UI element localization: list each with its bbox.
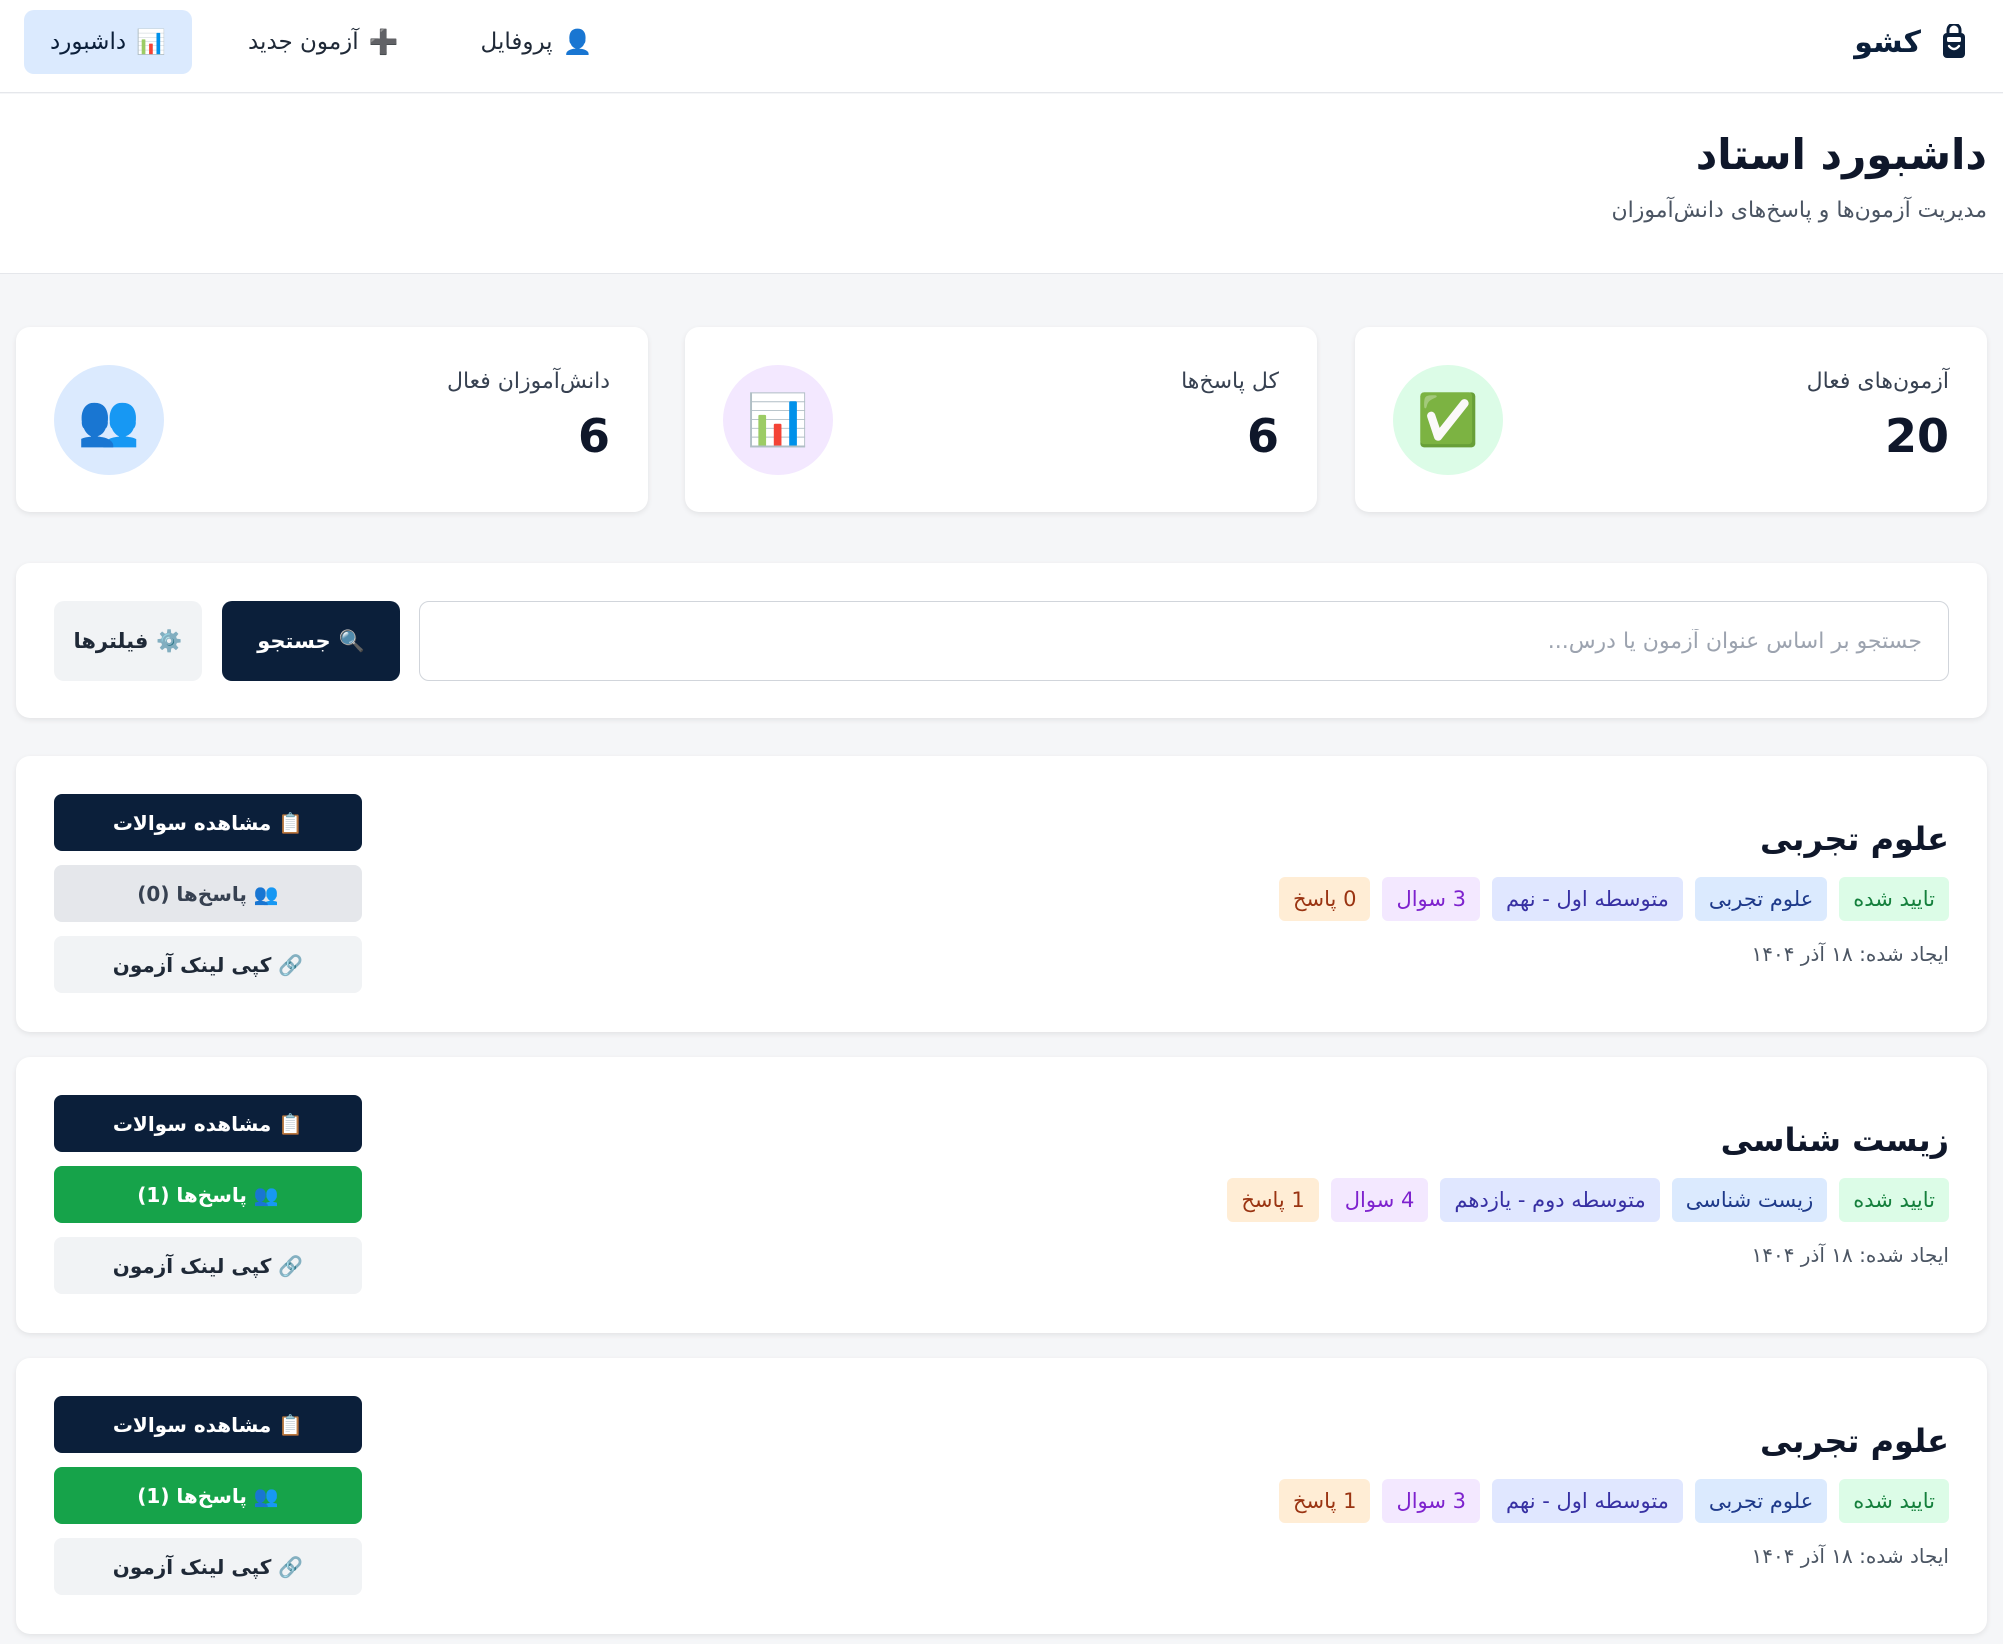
plus-icon: ➕ [368,28,399,56]
stat-value: 6 [1246,409,1279,463]
nav-dashboard[interactable]: 📊 داشبورد [24,10,192,74]
response-count-badge: 0 پاسخ [1279,877,1371,921]
exam-card: علوم تجربی تایید شده علوم تجربی متوسطه ا… [16,1358,1987,1634]
page-title: داشبورد استاد [1695,130,1987,179]
exam-title: زیست شناسی [1720,1121,1949,1159]
question-count-badge: 4 سوال [1330,1178,1429,1222]
status-badge: تایید شده [1839,1479,1949,1523]
filters-button-label: فیلترها [73,629,149,653]
nav-new-exam[interactable]: ➕ آزمون جدید [222,10,425,74]
stat-label: کل پاسخ‌ها [1181,369,1279,394]
exam-card: زیست شناسی تایید شده زیست شناسی متوسطه د… [16,1057,1987,1333]
page-subtitle: مدیریت آزمون‌ها و پاسخ‌های دانش‌آموزان [1611,198,1987,223]
exam-tags: تایید شده علوم تجربی متوسطه اول - نهم 3 … [1279,877,1949,921]
top-navbar: کشو 📊 داشبورد ➕ آزمون جدید 👤 پروفایل [0,0,2003,93]
users-icon: 👥 [54,365,164,475]
chart-icon: 📊 [723,365,833,475]
brand-name: کشو [1854,24,1921,60]
question-count-badge: 3 سوال [1382,1479,1481,1523]
search-button[interactable]: 🔍 جستجو [222,601,400,681]
status-badge: تایید شده [1839,877,1949,921]
grade-badge: متوسطه اول - نهم [1492,1479,1683,1523]
created-date: ایجاد شده: ۱۸ آذر ۱۴۰۴ [1751,942,1949,966]
check-icon: ✅ [1393,365,1503,475]
grade-badge: متوسطه اول - نهم [1492,877,1683,921]
search-panel: 🔍 جستجو ⚙️ فیلترها [16,563,1987,718]
responses-button[interactable]: 👥 پاسخ‌ها (1) [54,1166,362,1223]
search-input[interactable] [419,601,1949,681]
copy-link-button[interactable]: 🔗 کپی لینک آزمون [54,936,362,993]
gear-icon: ⚙️ [156,628,183,653]
stat-value: 6 [577,409,610,463]
nav-new-exam-label: آزمون جدید [247,29,359,55]
status-badge: تایید شده [1839,1178,1949,1222]
exam-tags: تایید شده علوم تجربی متوسطه اول - نهم 3 … [1279,1479,1949,1523]
user-icon: 👤 [562,28,593,56]
subject-badge: زیست شناسی [1671,1178,1828,1222]
stat-label: آزمون‌های فعال [1806,369,1949,394]
bag-icon [1939,23,1969,61]
exam-actions: 📋 مشاهده سوالات 👥 پاسخ‌ها (1) 🔗 کپی لینک… [54,1095,362,1294]
stat-card-total-responses: کل پاسخ‌ها 6 📊 [685,327,1317,512]
stat-card-active-students: دانش‌آموزان فعال 6 👥 [16,327,648,512]
nav-profile[interactable]: 👤 پروفایل [455,10,619,74]
response-count-badge: 1 پاسخ [1227,1178,1319,1222]
question-count-badge: 3 سوال [1382,877,1481,921]
stat-label: دانش‌آموزان فعال [446,369,610,394]
nav-dashboard-label: داشبورد [50,29,127,55]
subject-badge: علوم تجربی [1694,1479,1828,1523]
responses-button[interactable]: 👥 پاسخ‌ها (0) [54,865,362,922]
created-date: ایجاد شده: ۱۸ آذر ۱۴۰۴ [1751,1243,1949,1267]
exam-card: علوم تجربی تایید شده علوم تجربی متوسطه ا… [16,756,1987,1032]
stat-value: 20 [1884,409,1949,463]
exam-title: علوم تجربی [1760,820,1949,858]
page-header: داشبورد استاد مدیریت آزمون‌ها و پاسخ‌های… [0,94,2003,274]
nav-profile-label: پروفایل [480,29,553,55]
filters-button[interactable]: ⚙️ فیلترها [54,601,202,681]
view-questions-button[interactable]: 📋 مشاهده سوالات [54,1095,362,1152]
search-button-label: جستجو [257,629,331,653]
view-questions-button[interactable]: 📋 مشاهده سوالات [54,1396,362,1453]
response-count-badge: 1 پاسخ [1279,1479,1371,1523]
stat-card-active-exams: آزمون‌های فعال 20 ✅ [1355,327,1987,512]
exam-title: علوم تجربی [1760,1422,1949,1460]
view-questions-button[interactable]: 📋 مشاهده سوالات [54,794,362,851]
brand[interactable]: کشو [1854,18,1969,66]
chart-icon: 📊 [136,28,166,56]
copy-link-button[interactable]: 🔗 کپی لینک آزمون [54,1237,362,1294]
copy-link-button[interactable]: 🔗 کپی لینک آزمون [54,1538,362,1595]
subject-badge: علوم تجربی [1694,877,1828,921]
exam-actions: 📋 مشاهده سوالات 👥 پاسخ‌ها (0) 🔗 کپی لینک… [54,794,362,993]
exam-tags: تایید شده زیست شناسی متوسطه دوم - یازدهم… [1227,1178,1949,1222]
grade-badge: متوسطه دوم - یازدهم [1440,1178,1660,1222]
exam-actions: 📋 مشاهده سوالات 👥 پاسخ‌ها (1) 🔗 کپی لینک… [54,1396,362,1595]
search-icon: 🔍 [338,628,365,653]
created-date: ایجاد شده: ۱۸ آذر ۱۴۰۴ [1751,1544,1949,1568]
responses-button[interactable]: 👥 پاسخ‌ها (1) [54,1467,362,1524]
main-nav: 📊 داشبورد ➕ آزمون جدید 👤 پروفایل [24,10,618,74]
